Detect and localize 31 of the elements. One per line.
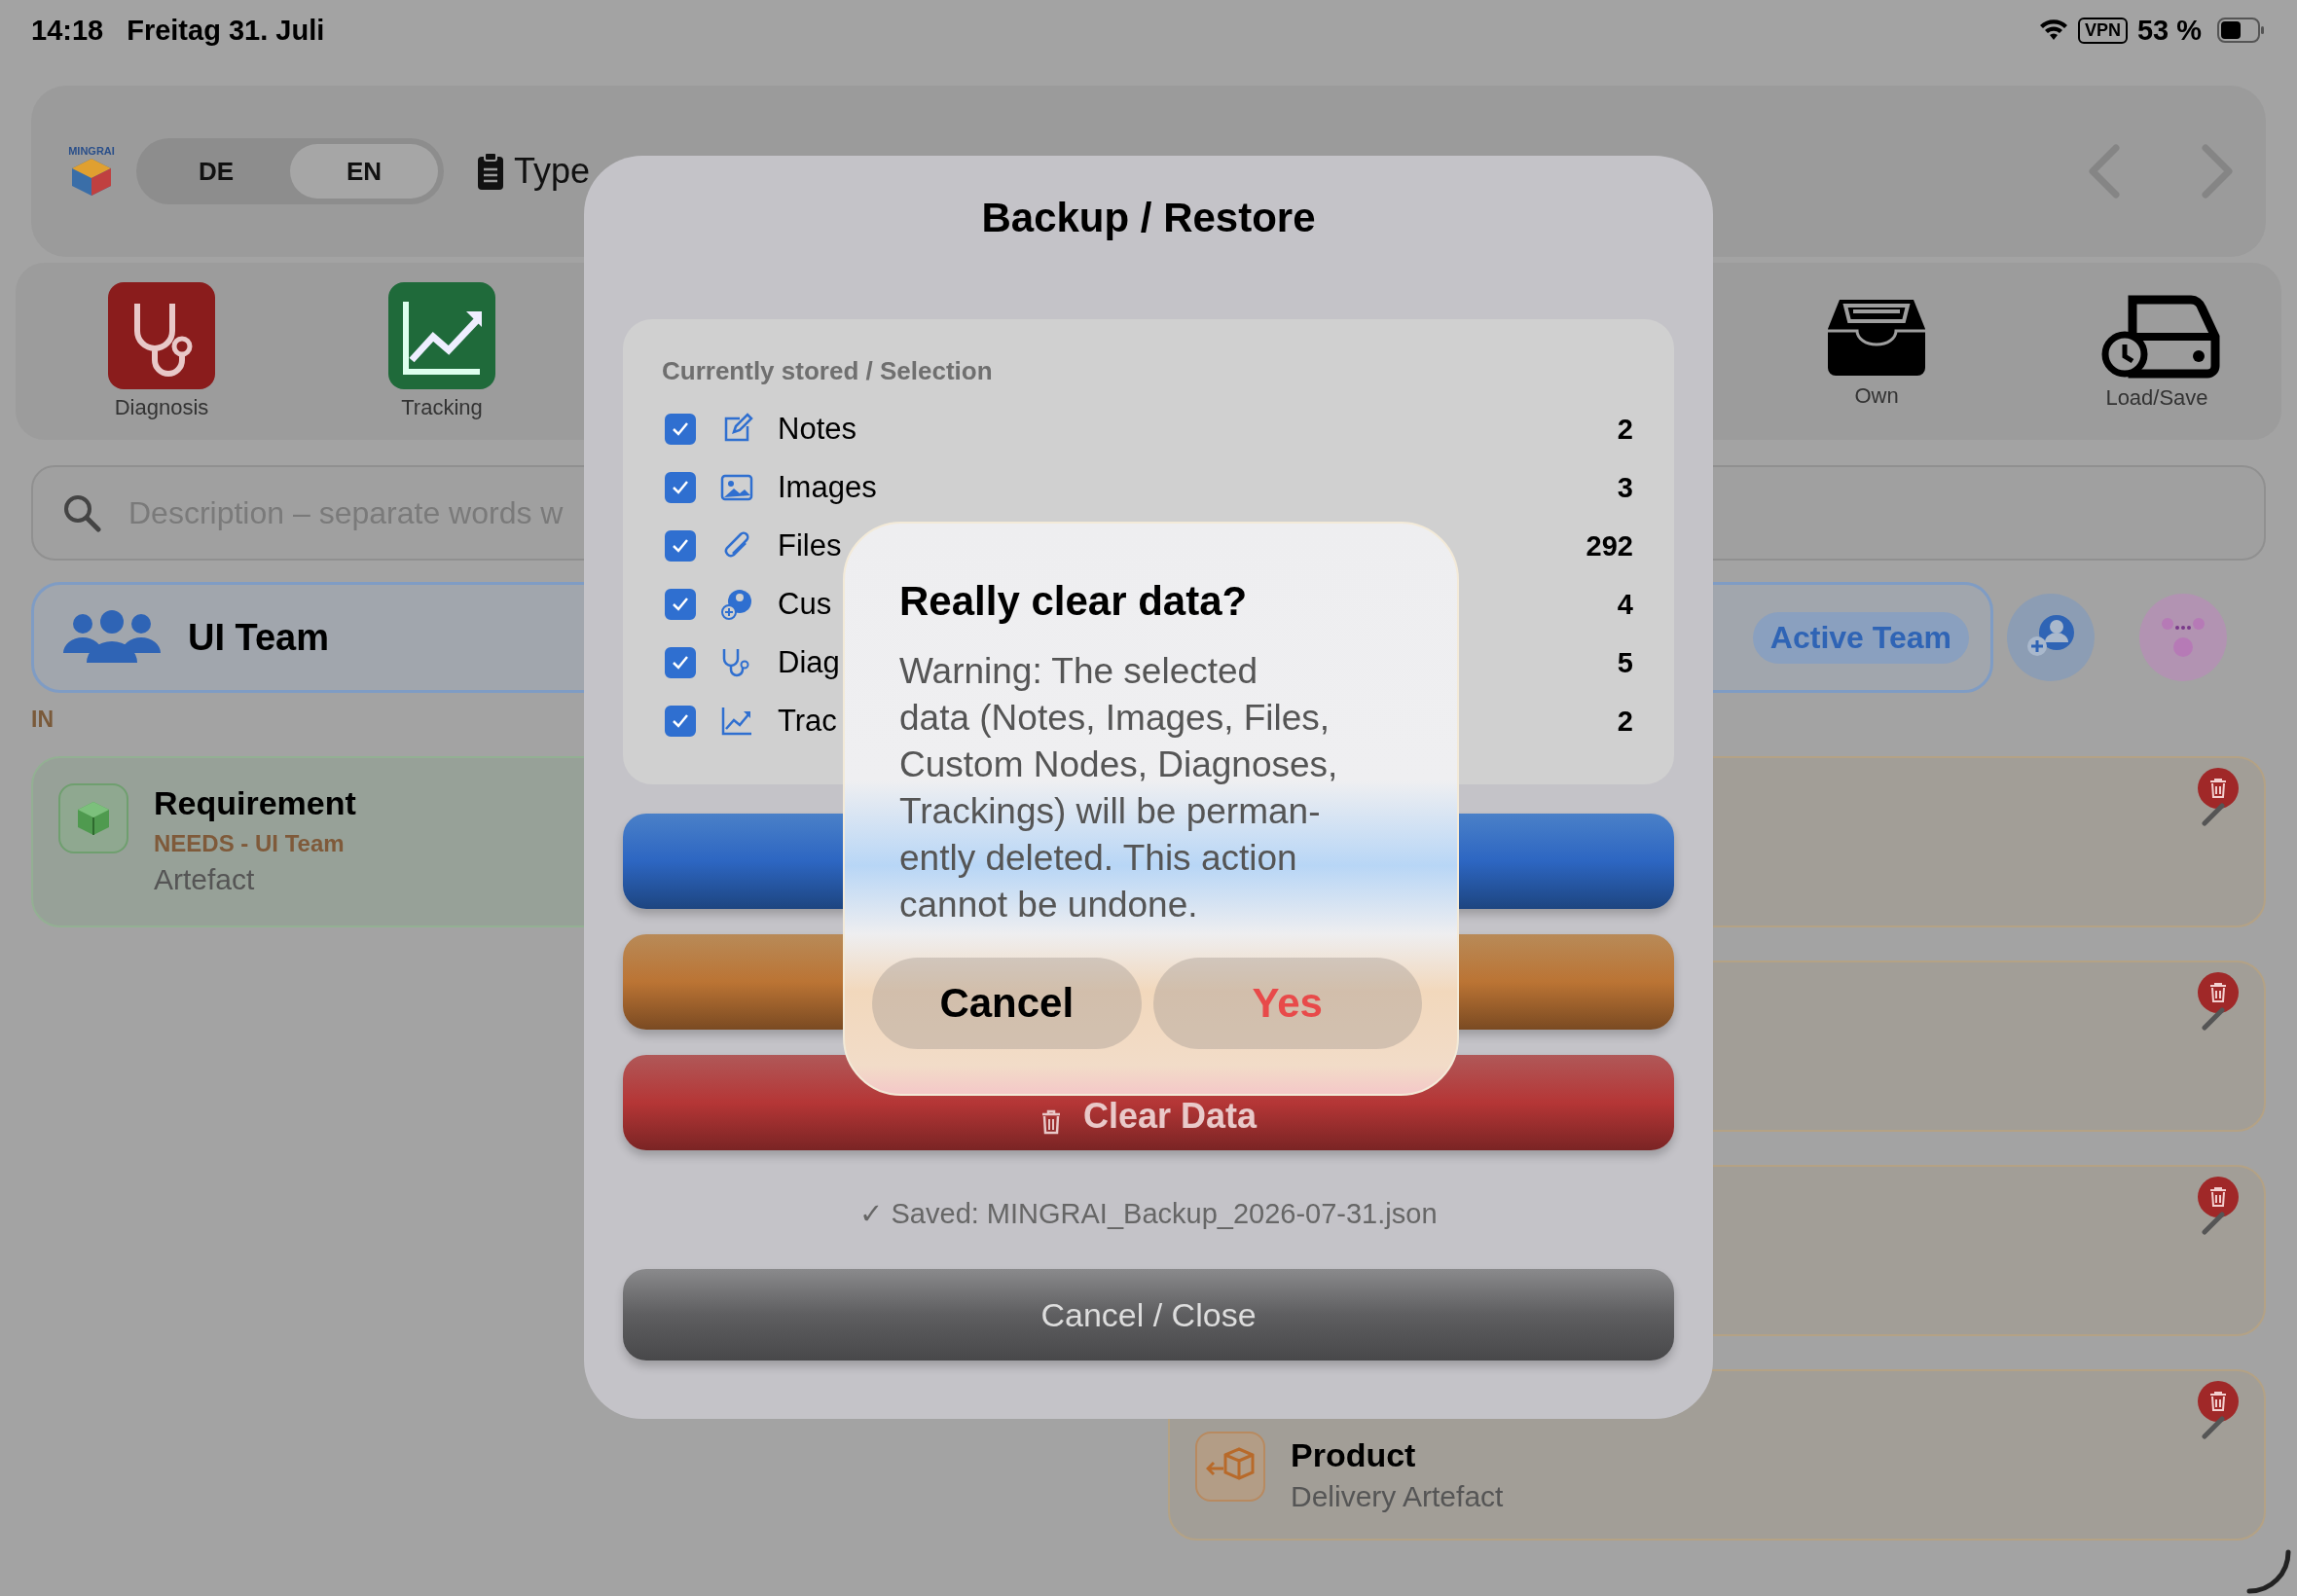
clock-time: 14:18 xyxy=(31,14,104,47)
app-logo: MINGRAI xyxy=(60,145,123,198)
item-label: Images xyxy=(778,470,877,505)
alert-message: Warning: The selected data (Notes, Images, Files, Custom Nodes, Diagnoses, Trackings) will be perman- ently deleted. This action cannot be undone. xyxy=(899,650,1339,926)
date-label: Freitag 31. Juli xyxy=(127,14,325,47)
type-label: Type xyxy=(514,151,591,192)
item-count: 292 xyxy=(1586,529,1633,562)
panel-heading: Currently stored / Selection xyxy=(662,356,994,386)
battery-percent: 53 % xyxy=(2136,14,2202,47)
item-count: 2 xyxy=(1617,705,1633,738)
modal-title: Backup / Restore xyxy=(981,195,1316,242)
save-status: ✓ Saved: MINGRAI_Backup_2026-07-31.json xyxy=(859,1197,1438,1230)
card-title: Requirement xyxy=(154,783,356,822)
card-subtitle: Artefact xyxy=(154,863,256,896)
item-count: 5 xyxy=(1617,646,1633,679)
item-label: Files xyxy=(778,528,842,563)
item-label: Cus xyxy=(778,587,832,622)
active-team-badge: Active Team xyxy=(1752,611,1969,664)
item-count: 4 xyxy=(1617,588,1633,621)
item-label: Trac xyxy=(778,704,837,739)
item-label: Notes xyxy=(778,412,857,447)
section-label: IN xyxy=(31,707,54,733)
card-subtitle: Delivery Artefact xyxy=(1291,1480,1504,1513)
item-label: Diag xyxy=(778,645,840,680)
item-count: 3 xyxy=(1617,471,1633,504)
team-name: UI Team xyxy=(188,616,329,659)
relation-label: NEEDS - UI Team xyxy=(154,830,346,857)
item-count: 2 xyxy=(1617,413,1633,446)
alert-title: Really clear data? xyxy=(899,578,1249,625)
vpn-badge: VPN xyxy=(2077,17,2128,44)
card-title: Product xyxy=(1291,1435,1417,1474)
